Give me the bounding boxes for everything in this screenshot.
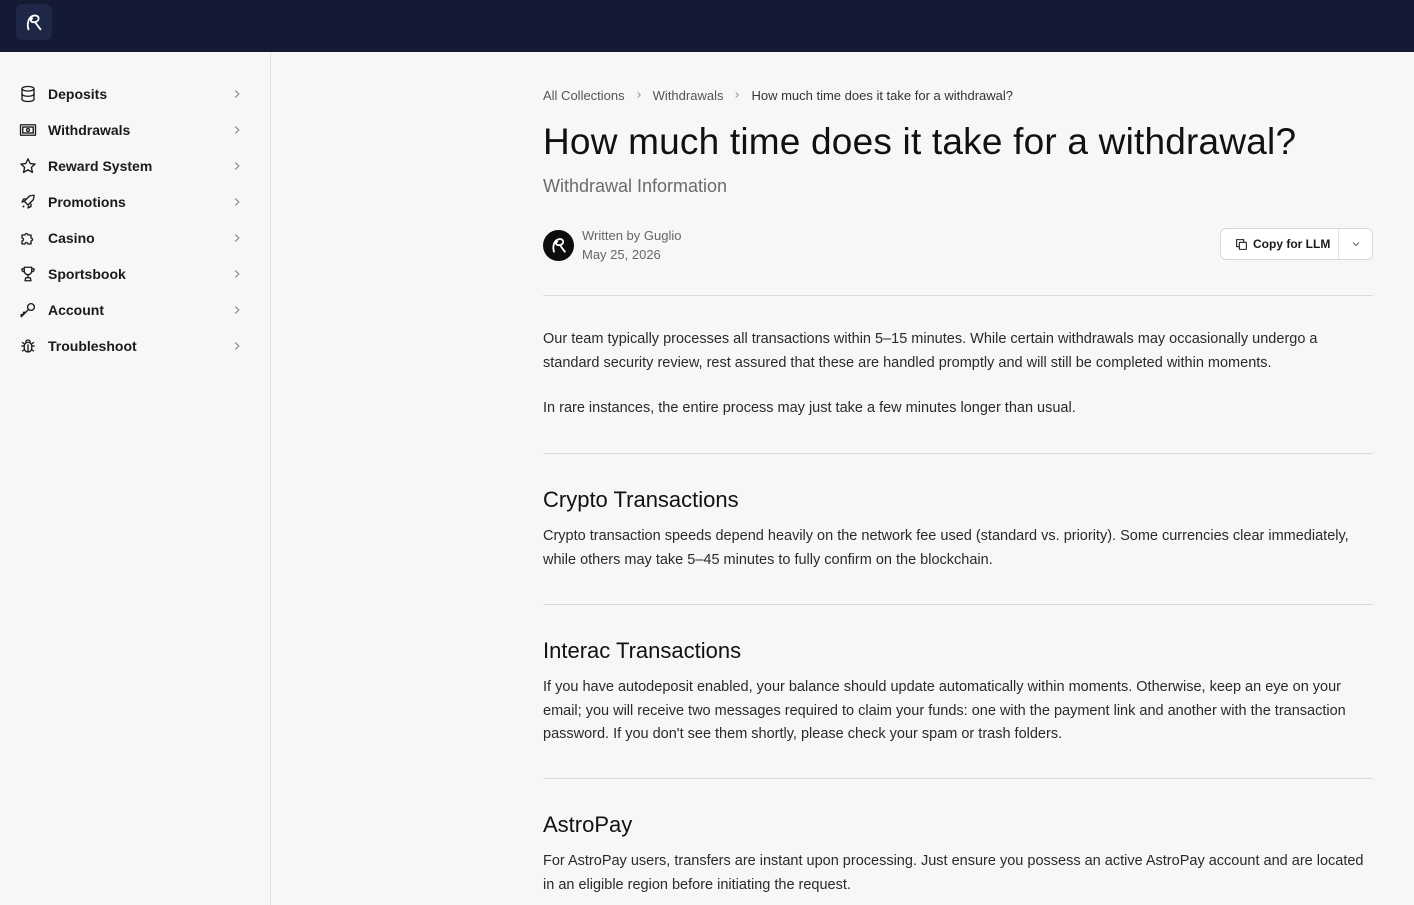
key-icon xyxy=(18,300,38,320)
chevron-right-icon xyxy=(234,270,240,278)
copy-options-dropdown[interactable] xyxy=(1339,229,1372,259)
intro-paragraph: Our team typically processes all transac… xyxy=(543,331,1318,371)
section-heading: AstroPay xyxy=(543,812,633,837)
breadcrumb-current: How much time does it take for a withdra… xyxy=(751,87,1014,103)
chevron-right-icon xyxy=(234,198,240,206)
sidebar-item-account[interactable]: Account xyxy=(12,294,252,326)
sidebar-item-sportsbook[interactable]: Sportsbook xyxy=(12,258,252,290)
divider xyxy=(543,604,1373,605)
copy-for-llm-button-group: Copy for LLM xyxy=(1220,228,1373,260)
chevron-right-icon xyxy=(234,306,240,314)
breadcrumb: All Collections Withdrawals How much tim… xyxy=(543,86,1013,104)
divider xyxy=(543,295,1373,296)
chevron-right-icon xyxy=(234,90,240,98)
breadcrumb-withdrawals[interactable]: Withdrawals xyxy=(653,88,724,103)
avatar xyxy=(543,229,574,261)
sidebar-item-label: Sportsbook xyxy=(48,266,126,282)
sidebar-item-label: Casino xyxy=(48,230,95,246)
chevron-right-icon xyxy=(234,342,240,350)
copy-for-llm-button[interactable]: Copy for LLM xyxy=(1221,229,1339,259)
top-bar xyxy=(0,0,1414,52)
sidebar-item-deposits[interactable]: Deposits xyxy=(12,78,252,110)
sidebar-item-promotions[interactable]: Promotions xyxy=(12,186,252,218)
breadcrumb-all-collections[interactable]: All Collections xyxy=(543,88,625,103)
chevron-right-icon xyxy=(234,162,240,170)
bug-icon xyxy=(18,336,38,356)
sidebar-item-label: Account xyxy=(48,302,104,318)
page-subtitle: Withdrawal Information xyxy=(543,176,728,196)
section-body: If you have autodeposit enabled, your ba… xyxy=(543,679,1346,742)
sidebar-item-label: Deposits xyxy=(48,86,108,102)
copy-icon xyxy=(1236,238,1247,250)
chevron-right-icon xyxy=(723,90,751,100)
sidebar-item-label: Withdrawals xyxy=(48,122,131,138)
sidebar-item-label: Troubleshoot xyxy=(48,338,137,354)
section-heading: Crypto Transactions xyxy=(543,487,739,512)
main-content: All Collections Withdrawals How much tim… xyxy=(271,52,1414,905)
copy-for-llm-label: Copy for LLM xyxy=(1253,237,1331,251)
chevron-right-icon xyxy=(625,90,653,100)
database-icon xyxy=(18,84,38,104)
sidebar-item-reward-system[interactable]: Reward System xyxy=(12,150,252,182)
chevron-right-icon xyxy=(234,126,240,134)
author-info: Written by Guglio May 25, 2026 xyxy=(543,227,681,263)
chevron-right-icon xyxy=(234,234,240,242)
chevron-down-icon xyxy=(1352,242,1359,247)
star-icon xyxy=(18,156,38,176)
section-heading: Interac Transactions xyxy=(543,638,742,663)
sidebar-item-troubleshoot[interactable]: Troubleshoot xyxy=(12,330,252,362)
intro-paragraph: In rare instances, the entire process ma… xyxy=(543,400,1076,416)
divider xyxy=(543,778,1373,779)
author-name: Written by Guglio xyxy=(582,228,682,243)
divider xyxy=(543,453,1373,454)
brand-logo-icon[interactable] xyxy=(16,4,52,40)
puzzle-icon xyxy=(18,228,38,248)
sidebar-item-label: Reward System xyxy=(48,158,153,174)
section-body: Crypto transaction speeds depend heavily… xyxy=(543,528,1349,568)
sidebar-item-withdrawals[interactable]: Withdrawals xyxy=(12,114,252,146)
rocket-icon xyxy=(18,192,38,212)
trophy-icon xyxy=(18,264,38,284)
sidebar-item-label: Promotions xyxy=(48,194,126,210)
sidebar-item-casino[interactable]: Casino xyxy=(12,222,252,254)
sidebar: Deposits Withdrawals Reward System Promo… xyxy=(0,52,271,905)
article-date: May 25, 2026 xyxy=(582,247,661,262)
banknote-icon xyxy=(18,120,38,140)
section-body: For AstroPay users, transfers are instan… xyxy=(543,853,1364,893)
page-title: How much time does it take for a withdra… xyxy=(543,121,1297,162)
